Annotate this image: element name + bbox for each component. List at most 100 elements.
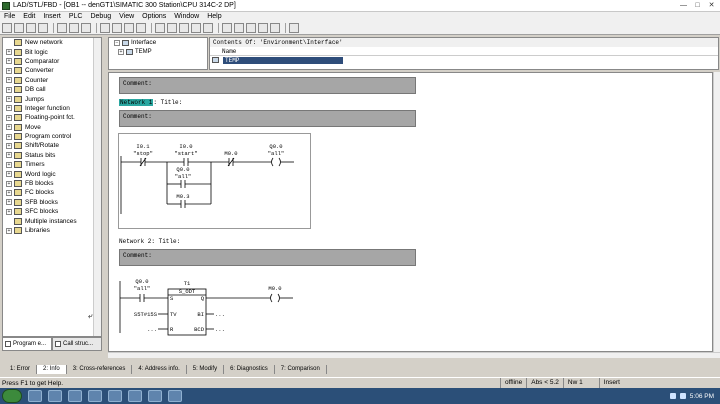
details-tab[interactable]: 4: Address info. <box>132 364 187 374</box>
ladder-view-icon[interactable] <box>167 23 177 33</box>
catalog-item[interactable]: + DB call <box>3 85 101 94</box>
monitor-icon[interactable] <box>136 23 146 33</box>
bi-value[interactable]: ... <box>215 311 225 318</box>
catalog-item[interactable]: + Libraries <box>3 226 101 235</box>
overview-icon[interactable] <box>203 23 213 33</box>
catalog-item[interactable]: + FC blocks <box>3 188 101 197</box>
open-icon[interactable] <box>14 23 24 33</box>
interface-root[interactable]: − Interface <box>109 38 207 47</box>
maximize-button[interactable]: □ <box>691 1 704 10</box>
catalog-scrollbar[interactable] <box>93 38 101 336</box>
contact-branch-all[interactable] <box>180 180 186 188</box>
cut-icon[interactable] <box>57 23 67 33</box>
tv-value[interactable]: S5T#15S <box>134 311 158 318</box>
catalog-item[interactable]: Multiple instances <box>3 216 101 225</box>
catalog-item[interactable]: New network <box>3 38 101 47</box>
details-tab[interactable]: 6: Diagnostics <box>224 364 275 374</box>
catalog-item[interactable]: + Integer function <box>3 104 101 113</box>
catalog-item[interactable]: + Jumps <box>3 94 101 103</box>
details-tab[interactable]: 7: Comparison <box>275 364 327 374</box>
contents-row[interactable]: TEMP <box>210 56 718 64</box>
contact-m03[interactable] <box>180 200 186 208</box>
catalog-item[interactable]: + Word logic <box>3 169 101 178</box>
catalog-item[interactable]: + Shift/Rotate <box>3 141 101 150</box>
fbd-view-icon[interactable] <box>191 23 201 33</box>
volume-icon[interactable] <box>679 393 686 399</box>
expand-icon[interactable]: + <box>6 49 12 56</box>
menu-insert[interactable]: Insert <box>39 12 65 22</box>
print-icon[interactable] <box>38 23 48 33</box>
chrome-icon[interactable] <box>88 390 102 402</box>
block-comment[interactable]: Comment: <box>119 77 416 94</box>
menu-window[interactable]: Window <box>170 12 203 22</box>
simatic-icon[interactable] <box>168 390 182 402</box>
clock[interactable]: 5:06 PM <box>690 393 714 400</box>
network1-comment[interactable]: Comment: <box>119 110 416 127</box>
tab-call-structure[interactable]: Call struc... <box>52 337 102 351</box>
file-explorer-icon[interactable] <box>48 390 62 402</box>
app-icon-2[interactable] <box>128 390 142 402</box>
editor-vertical-scrollbar[interactable] <box>713 72 720 352</box>
expand-icon[interactable]: + <box>6 142 12 149</box>
catalog-item[interactable]: + Bit logic <box>3 47 101 56</box>
expand-icon[interactable]: + <box>6 189 12 196</box>
menu-file[interactable]: File <box>0 12 19 22</box>
network1-title[interactable]: Network 1: Title: <box>119 99 182 106</box>
redo-icon[interactable] <box>124 23 134 33</box>
dock-handle-icon[interactable]: ⤶ <box>88 311 98 321</box>
internet-explorer-icon[interactable] <box>28 390 42 402</box>
coil-icon[interactable] <box>246 23 256 33</box>
expand-icon[interactable]: + <box>6 133 12 140</box>
help-icon[interactable] <box>289 23 299 33</box>
expand-icon[interactable]: + <box>6 77 12 84</box>
expand-icon[interactable]: + <box>6 96 12 103</box>
details-tab[interactable]: 2: Info <box>37 364 67 374</box>
catalog-item[interactable]: + SFB blocks <box>3 198 101 207</box>
name-column-header[interactable]: Name <box>222 48 236 55</box>
menu-help[interactable]: Help <box>203 12 225 22</box>
catalog-item[interactable]: + Converter <box>3 66 101 75</box>
contact-icon[interactable] <box>234 23 244 33</box>
coil-all[interactable] <box>271 157 281 167</box>
expand-icon[interactable]: + <box>6 171 12 178</box>
branch-open-icon[interactable] <box>258 23 268 33</box>
catalog-item[interactable]: + FB blocks <box>3 179 101 188</box>
network2-comment[interactable]: Comment: <box>119 249 416 266</box>
editor-horizontal-scrollbar[interactable] <box>108 352 720 358</box>
tab-program-elements[interactable]: Program e... <box>2 337 52 351</box>
app-icon-3[interactable] <box>148 390 162 402</box>
contents-cell[interactable]: TEMP <box>223 56 343 64</box>
menu-options[interactable]: Options <box>138 12 170 22</box>
network2-title[interactable]: Network 2: Title: <box>119 238 180 245</box>
details-tab[interactable]: 1: Error <box>4 364 38 374</box>
details-tab[interactable]: 3: Cross-references <box>67 364 133 374</box>
menu-edit[interactable]: Edit <box>19 12 39 22</box>
close-button[interactable]: ✕ <box>705 1 718 10</box>
insert-network-icon[interactable] <box>222 23 232 33</box>
new-icon[interactable] <box>2 23 12 33</box>
save-icon[interactable] <box>26 23 36 33</box>
contact-start[interactable] <box>183 158 189 166</box>
contact-all[interactable] <box>139 294 145 302</box>
network-icon[interactable] <box>669 393 676 399</box>
expand-icon[interactable]: + <box>6 152 12 159</box>
tiles-icon[interactable] <box>155 23 165 33</box>
expand-icon[interactable]: + <box>6 208 12 215</box>
catalog-item[interactable]: + Comparator <box>3 57 101 66</box>
expand-icon[interactable]: + <box>6 58 12 65</box>
catalog-item[interactable]: + Counter <box>3 76 101 85</box>
menu-plc[interactable]: PLC <box>65 12 87 22</box>
network1-ladder[interactable]: I0.1 "stop" I0.0 "start" M0.0 Q0.0 "all"… <box>118 133 311 229</box>
expand-icon[interactable]: + <box>6 124 12 131</box>
expand-icon[interactable]: + <box>6 227 12 234</box>
app-icon-1[interactable] <box>108 390 122 402</box>
download-icon[interactable] <box>100 23 110 33</box>
expand-icon[interactable]: + <box>6 105 12 112</box>
expand-icon[interactable]: + <box>118 48 124 55</box>
ladder-editor[interactable]: Comment: Network 1: Title: Comment: I0.1… <box>108 72 713 352</box>
stl-view-icon[interactable] <box>179 23 189 33</box>
r-value[interactable]: ... <box>147 326 157 333</box>
undo-icon[interactable] <box>112 23 122 33</box>
catalog-item[interactable]: + SFC blocks <box>3 207 101 216</box>
catalog-item[interactable]: + Move <box>3 123 101 132</box>
